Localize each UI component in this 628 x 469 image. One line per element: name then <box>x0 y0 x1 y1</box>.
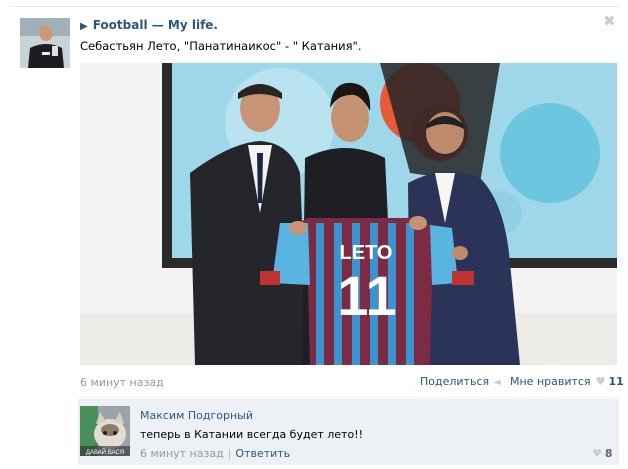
like-label[interactable]: Мне нравится <box>510 375 591 388</box>
heart-icon: ♥ <box>595 375 606 388</box>
share-button[interactable]: Поделиться ◄ <box>420 375 501 388</box>
post-time[interactable]: 6 минут назад <box>80 376 164 389</box>
like-count: 11 <box>608 375 624 388</box>
avatar-caption: ДАВАЙ ВАСЯ <box>86 448 124 456</box>
comment-like-count: 8 <box>604 447 613 460</box>
share-label[interactable]: Поделиться <box>420 375 489 388</box>
reply-link[interactable]: Ответить <box>235 447 290 460</box>
author-name[interactable]: Football — My life. <box>93 18 218 32</box>
comment-meta: 6 минут назад | Ответить <box>140 447 290 460</box>
post-author-link[interactable]: ▶ Football — My life. <box>80 18 218 32</box>
meta-separator: | <box>227 447 232 460</box>
comment-like-button[interactable]: ♥ 8 <box>592 447 613 460</box>
comment: ДАВАЙ ВАСЯ Максим Подгорный теперь в Кат… <box>78 399 619 465</box>
post-text: Себастьян Лето, "Панатинаикос" - " Катан… <box>80 39 362 53</box>
top-divider <box>10 6 618 7</box>
comments-divider <box>80 397 618 398</box>
triangle-right-icon: ▶ <box>80 21 88 32</box>
jersey-number: 11 <box>337 264 396 327</box>
comment-text: теперь в Катании всегда будет лето!! <box>140 428 364 441</box>
jersey-name: LETO <box>340 242 393 264</box>
comment-time[interactable]: 6 минут назад <box>140 447 224 460</box>
close-icon[interactable]: ✖ <box>603 14 616 29</box>
megaphone-icon: ◄ <box>493 377 501 388</box>
heart-icon: ♥ <box>592 447 602 460</box>
post-photo[interactable]: LETO 11 <box>80 63 617 365</box>
author-avatar[interactable] <box>20 18 70 68</box>
commenter-avatar[interactable]: ДАВАЙ ВАСЯ <box>80 406 130 456</box>
comment-author-link[interactable]: Максим Подгорный <box>140 409 253 422</box>
wall-post: ▶ Football — My life. ✖ Себастьян Лето, "… <box>0 0 628 469</box>
like-button[interactable]: Мне нравится ♥ 11 <box>510 375 624 388</box>
